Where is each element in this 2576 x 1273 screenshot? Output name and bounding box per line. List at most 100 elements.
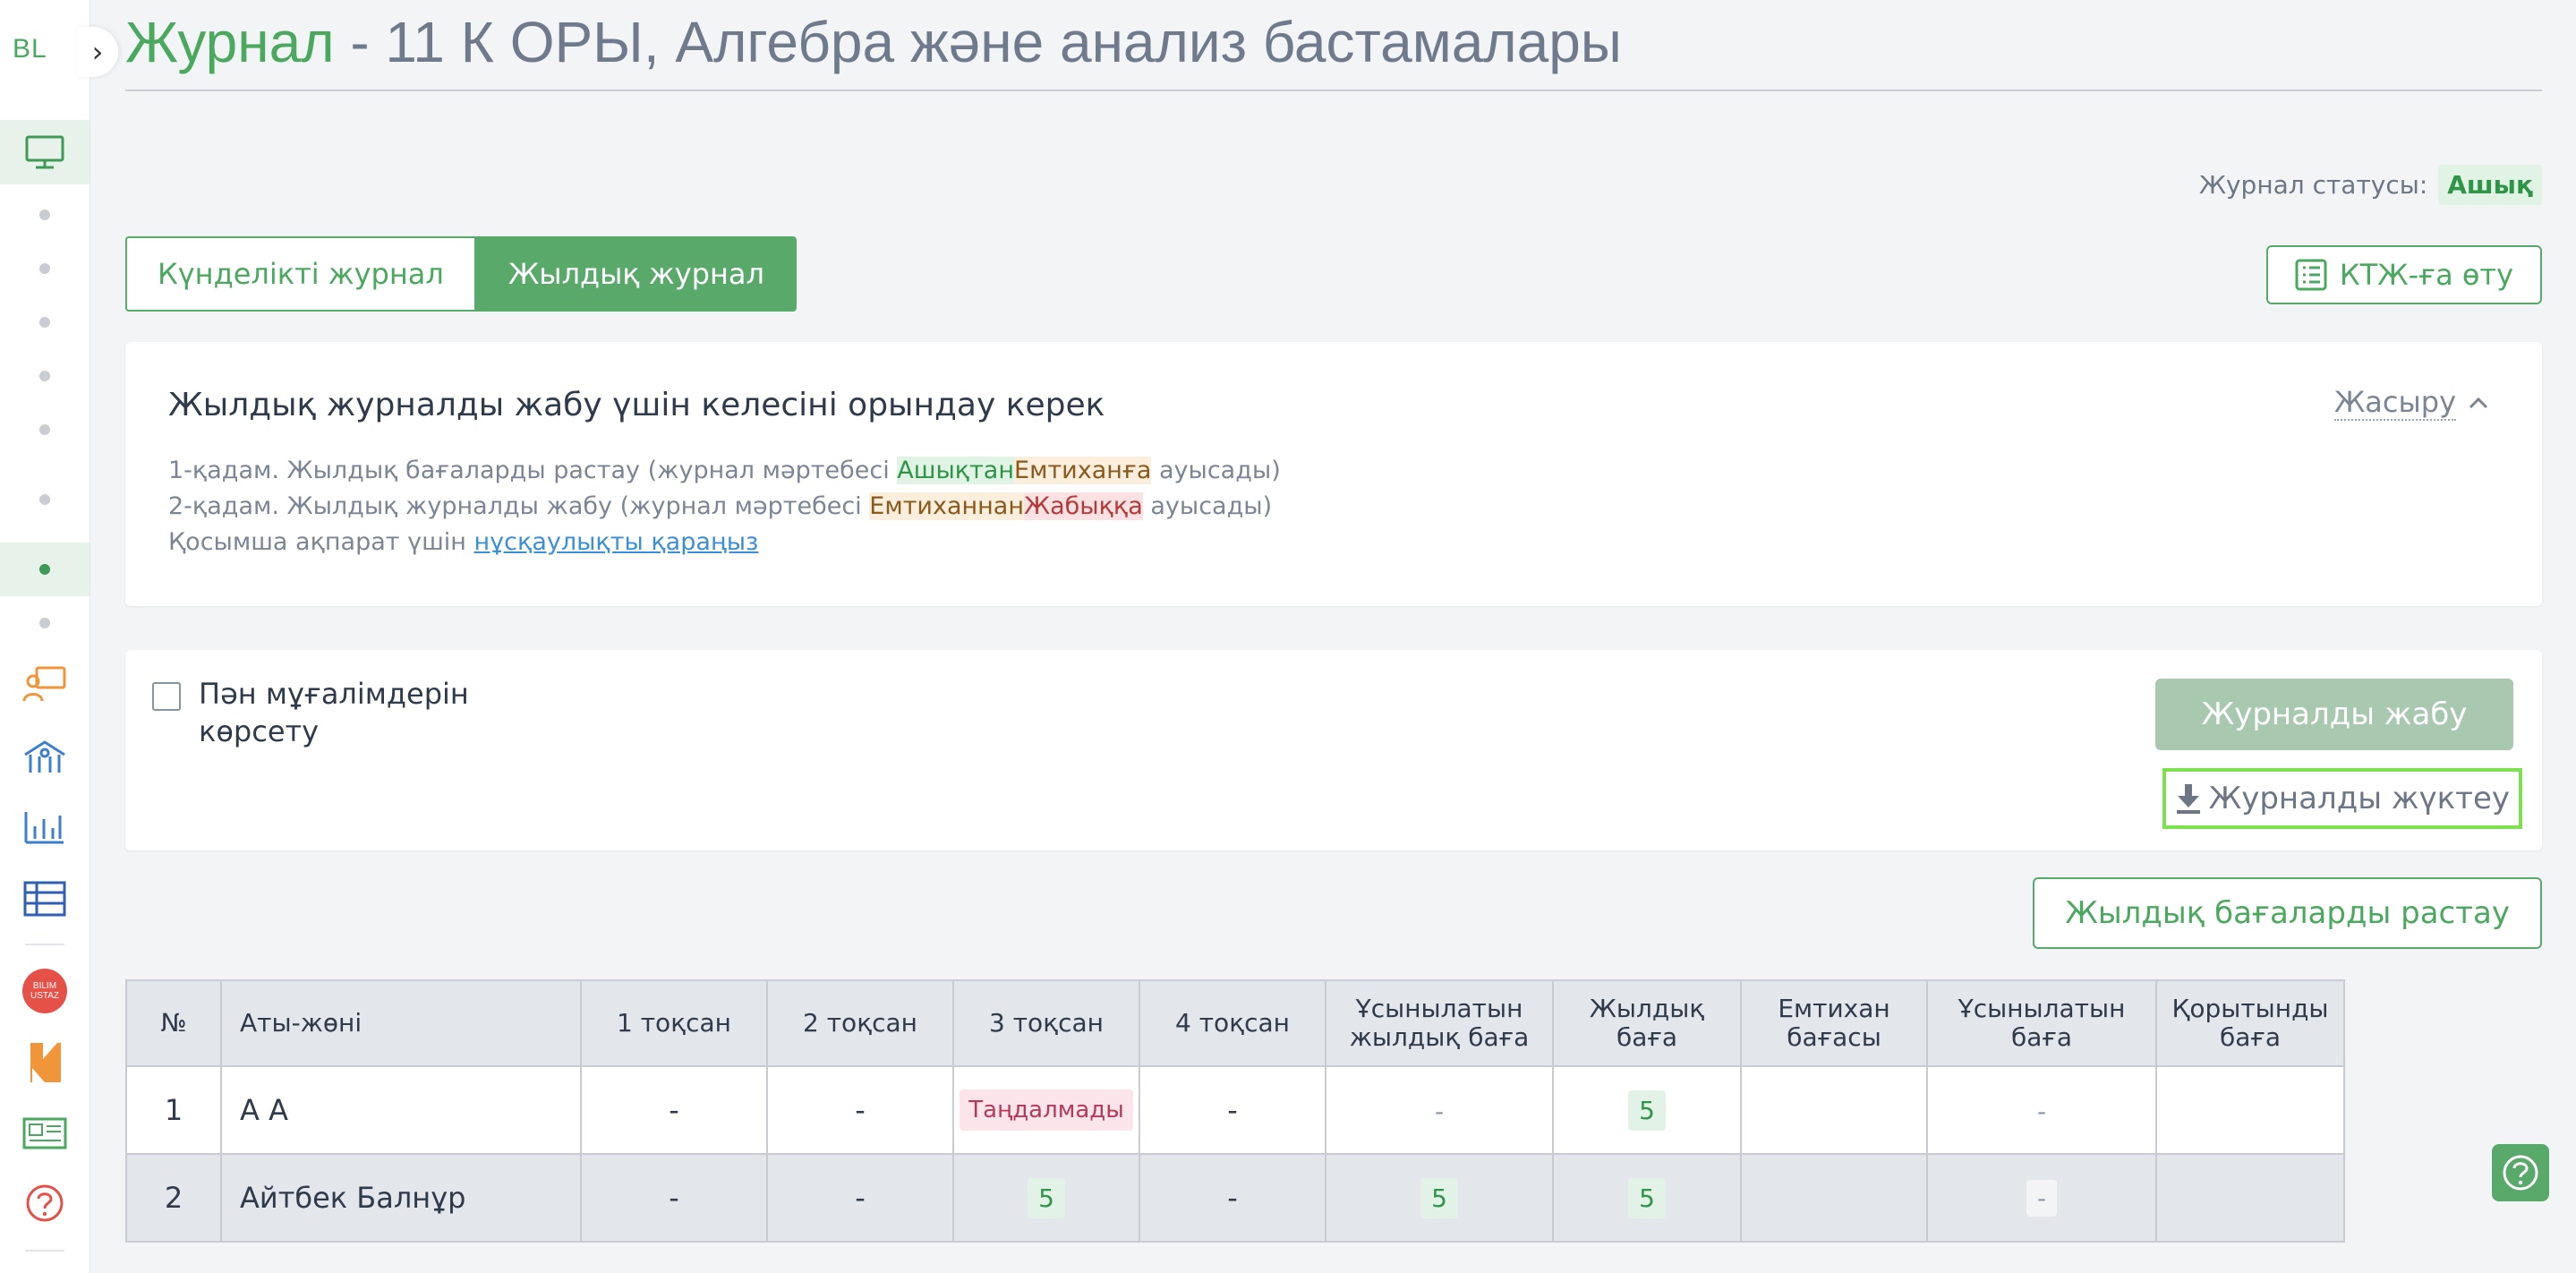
grade-final[interactable] (2155, 1153, 2345, 1243)
sidebar-item-dot-7[interactable] (0, 612, 90, 634)
student-name: Айтбек Балнұр (220, 1153, 582, 1243)
sidebar-item-dot-2[interactable] (0, 258, 90, 279)
header-q1: 1 тоқсан (580, 979, 768, 1067)
school-building-icon (24, 740, 65, 773)
sidebar-item-teacher[interactable] (0, 661, 90, 707)
tab-yearly-journal[interactable]: Жылдық журнал (475, 236, 797, 312)
table-icon (23, 881, 66, 917)
grade-recommended: - (1926, 1153, 2157, 1243)
sidebar-toggle-button[interactable]: › (77, 27, 118, 77)
hide-link-label: Жасыру (2333, 385, 2456, 421)
status-exam-tag: Емтиханға (1014, 457, 1152, 484)
ktj-button[interactable]: КТЖ-ға өту (2265, 245, 2542, 304)
header-yearly: Жылдық баға (1552, 979, 1742, 1067)
grade-q4[interactable]: - (1139, 1153, 1326, 1243)
student-name: А А (220, 1065, 582, 1155)
table-row: 1 А А - - Таңдалмады - - 5 - (125, 1065, 2345, 1155)
sidebar-item-stats[interactable] (0, 804, 90, 850)
bar-chart-icon (24, 812, 64, 844)
not-selected-badge: Таңдалмады (960, 1089, 1133, 1131)
grade-yearly[interactable]: 5 (1552, 1153, 1742, 1243)
status-exam-tag-2: Емтиханнан (869, 492, 1024, 520)
row-num: 2 (125, 1153, 222, 1243)
step-2-text: 2-қадам. Жылдық журналды жабу (журнал мә… (168, 492, 1273, 520)
grade-final[interactable] (2155, 1065, 2345, 1155)
bilim-ustaz-logo-icon: BILIM USTAZ (22, 969, 67, 1013)
grade-recommended-yearly: - (1325, 1065, 1554, 1155)
journal-status-label: Журнал статусы: (2198, 170, 2428, 200)
grade-recommended: - (1926, 1065, 2157, 1155)
sidebar-item-help[interactable] (0, 1180, 90, 1226)
hide-link[interactable]: Жасыру (2333, 385, 2488, 421)
header-exam: Емтихан бағасы (1740, 979, 1928, 1067)
sidebar-item-dot-5[interactable] (0, 419, 90, 440)
sidebar-item-monitor[interactable] (0, 120, 90, 184)
app-logo: BL (13, 34, 47, 64)
grade-q3[interactable]: 5 (952, 1153, 1140, 1243)
help-chat-button[interactable] (2492, 1144, 2549, 1201)
grade-q3[interactable]: Таңдалмады (952, 1065, 1140, 1155)
monitor-icon (25, 135, 64, 169)
info-card: Жылдық журналды жабу үшін келесіні орынд… (125, 342, 2542, 606)
sidebar-item-dot-1[interactable] (0, 204, 90, 226)
tab-daily-journal[interactable]: Күнделікті журнал (125, 236, 476, 312)
grade-exam[interactable] (1740, 1153, 1928, 1243)
show-teachers-checkbox[interactable] (152, 682, 181, 711)
sidebar-item-dot-6[interactable] (0, 489, 90, 510)
action-card: Пән мұғалімдерін көрсету Журналды жабу Жу… (125, 650, 2542, 850)
download-journal-button[interactable]: Журналды жүктеу (2162, 768, 2522, 829)
status-badge: Ашық (2438, 165, 2542, 205)
grade-recommended-yearly: 5 (1325, 1153, 1554, 1243)
header-final: Қорытынды баға (2155, 979, 2345, 1067)
title-divider (125, 90, 2542, 91)
chevron-right-icon: › (91, 35, 104, 69)
sidebar: BL › BILIM USTAZ (0, 0, 118, 1273)
grade-q1[interactable]: - (580, 1065, 768, 1155)
question-circle-icon (26, 1184, 64, 1222)
grade-yearly[interactable]: 5 (1552, 1065, 1742, 1155)
download-journal-label: Журналды жүктеу (2208, 781, 2510, 816)
list-document-icon (2295, 259, 2327, 291)
table-header-row: № Аты-жөні 1 тоқсан 2 тоқсан 3 тоқсан 4 … (125, 979, 2345, 1067)
sidebar-item-dot-4[interactable] (0, 365, 90, 387)
page-title-main: Журнал (125, 10, 335, 74)
grade-q2[interactable]: - (766, 1065, 954, 1155)
k-logo-icon (30, 1043, 61, 1082)
journal-status: Журнал статусы: Ашық (2199, 165, 2542, 205)
grade-q2[interactable]: - (766, 1153, 954, 1243)
grade-q1[interactable]: - (580, 1153, 768, 1243)
confirm-yearly-grades-button[interactable]: Жылдық бағаларды растау (2033, 877, 2542, 949)
header-recommended-yearly: Ұсынылатын жылдық баға (1325, 979, 1554, 1067)
download-icon (2176, 784, 2200, 814)
sidebar-item-bilim-ustaz[interactable]: BILIM USTAZ (0, 967, 90, 1015)
header-q3: 3 тоқсан (952, 979, 1140, 1067)
sidebar-item-dot-active[interactable] (0, 543, 90, 596)
page-title: Журнал - 11 К ОРЫ, Алгебра және анализ б… (125, 9, 1622, 75)
sidebar-item-dot-3[interactable] (0, 312, 90, 333)
sidebar-item-k-app[interactable] (0, 1038, 90, 1087)
row-num: 1 (125, 1065, 222, 1155)
teacher-board-icon (22, 666, 66, 702)
journal-tabs: Күнделікті журнал Жылдық журнал (125, 236, 797, 312)
newspaper-icon (22, 1117, 67, 1149)
table-row: 2 Айтбек Балнұр - - 5 - 5 5 - (125, 1153, 2345, 1243)
ktj-button-label: КТЖ-ға өту (2339, 258, 2513, 292)
show-teachers-label[interactable]: Пән мұғалімдерін көрсету (199, 675, 503, 750)
grade-exam[interactable] (1740, 1065, 1928, 1155)
sidebar-item-table[interactable] (0, 876, 90, 922)
help-icon (2503, 1155, 2538, 1191)
grades-table: № Аты-жөні 1 тоқсан 2 тоқсан 3 тоқсан 4 … (125, 979, 2345, 1243)
header-num: № (125, 979, 222, 1067)
grade-q4[interactable]: - (1139, 1065, 1326, 1155)
status-closed-tag: Жабыққа (1024, 492, 1143, 520)
header-recommended: Ұсынылатын баға (1926, 979, 2157, 1067)
sidebar-item-school[interactable] (0, 732, 90, 779)
close-journal-button[interactable]: Журналды жабу (2155, 679, 2513, 750)
step-1-text: 1-қадам. Жылдық бағаларды растау (журнал… (168, 457, 1281, 484)
status-open-tag: Ашықтан (897, 457, 1015, 484)
manual-link[interactable]: нұсқаулықты қараңыз (474, 528, 759, 556)
extra-info-text: Қосымша ақпарат үшін нұсқаулықты қараңыз (168, 528, 759, 556)
header-q2: 2 тоқсан (766, 979, 954, 1067)
info-title: Жылдық журналды жабу үшін келесіні орынд… (168, 387, 1105, 423)
sidebar-item-news[interactable] (0, 1110, 90, 1157)
